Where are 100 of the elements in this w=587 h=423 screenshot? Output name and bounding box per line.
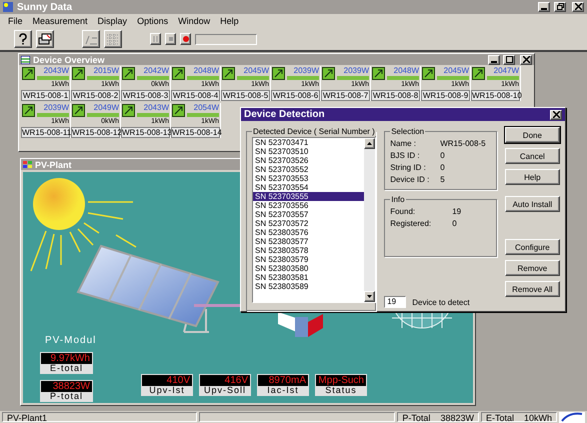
device-name[interactable]: WR15-008-12 (71, 127, 120, 138)
dialog-button[interactable]: Remove All (504, 281, 560, 297)
power-bar (137, 113, 169, 117)
inverter-status-icon (72, 67, 85, 80)
device-name[interactable]: WR15-008-1 (21, 90, 70, 101)
dialog-button[interactable]: Help (504, 169, 560, 185)
inverter-status-icon (272, 67, 285, 80)
device-name[interactable]: WR15-008-6 (271, 90, 320, 101)
device-list-item[interactable]: SN 523703471 (253, 138, 364, 147)
table-tool-button[interactable] (104, 30, 122, 48)
device-name[interactable]: WR15-008-8 (371, 90, 420, 101)
inverter-status-icon (122, 67, 135, 80)
help-tool-button[interactable] (14, 30, 32, 48)
window-title: PV-Plant (35, 160, 72, 170)
inverter-status-icon (172, 104, 185, 117)
device-name[interactable]: WR15-008-4 (171, 90, 220, 101)
device-list-item[interactable]: SN 523703556 (253, 201, 364, 210)
chart-tool-button[interactable] (82, 30, 100, 48)
inverter-status-icon (172, 67, 185, 80)
inverter-status-icon (372, 67, 385, 80)
question-mark-icon (18, 33, 28, 45)
device-name[interactable]: WR15-008-10 (471, 90, 520, 101)
device-list-item[interactable]: SN 523803578 (253, 246, 364, 255)
reading-value: Mpp-Such (316, 375, 366, 386)
scroll-up-button[interactable] (364, 138, 375, 149)
device-list-item[interactable]: SN 523703572 (253, 219, 364, 228)
reading-value: 8970mA (258, 375, 308, 386)
menu-item[interactable]: Measurement (32, 16, 88, 26)
device-name[interactable]: WR15-008-3 (121, 90, 170, 101)
menu-item[interactable]: Options (137, 16, 168, 26)
reading-label: Status (325, 386, 357, 395)
power-bar (437, 76, 469, 80)
record-button[interactable] (180, 33, 191, 45)
minimize-button[interactable] (488, 54, 500, 64)
inverter-status-icon (222, 67, 235, 80)
restore-button[interactable] (554, 2, 566, 12)
power-reading: 2039W (292, 67, 319, 75)
menu-item[interactable]: Display (98, 16, 128, 26)
maximize-button[interactable] (503, 54, 515, 64)
dialog-title: Device Detection (244, 109, 325, 120)
device-list-item[interactable]: SN 523803579 (253, 255, 364, 264)
dialog-button[interactable]: Done (504, 127, 560, 143)
device-name[interactable]: WR15-008-5 (221, 90, 270, 101)
field-label: Found: (390, 207, 416, 216)
app-icon (3, 2, 13, 12)
device-list-item[interactable]: SN 523803581 (253, 273, 364, 282)
device-count-field[interactable]: 19 (384, 296, 406, 308)
power-bar (337, 76, 369, 80)
device-name[interactable]: WR15-008-9 (421, 90, 470, 101)
power-bar (37, 76, 69, 80)
dialog-button[interactable]: Configure (504, 239, 560, 255)
field-value: 0 (440, 163, 446, 172)
device-list-item[interactable]: SN 523703526 (253, 156, 364, 165)
reading-label: Iac-Ist (266, 386, 300, 395)
dialog-button[interactable]: Auto Install (504, 196, 560, 212)
logo-icon (559, 412, 585, 423)
scroll-down-button[interactable] (364, 291, 375, 302)
device-list-item[interactable]: SN 523803580 (253, 264, 364, 273)
device-list-item[interactable]: SN 523703552 (253, 165, 364, 174)
power-reading: 2054W (192, 104, 219, 112)
menu-item[interactable]: Window (178, 16, 210, 26)
reading-label: E-total (48, 364, 84, 373)
dialog-button[interactable]: Remove (504, 260, 560, 276)
device-list-item[interactable]: SN 523803589 (253, 282, 364, 291)
pause-button[interactable] (150, 33, 161, 45)
field-label: Device to detect (412, 298, 470, 306)
device-list-item[interactable]: SN 523703553 (253, 174, 364, 183)
device-list-item[interactable]: SN 523703557 (253, 210, 364, 219)
close-button[interactable] (520, 54, 532, 64)
module-label: PV-Modul (45, 335, 96, 346)
menu-item[interactable]: Help (220, 16, 239, 26)
device-list-item[interactable]: SN 523703510 (253, 147, 364, 156)
window-title: Sunny Data (17, 2, 72, 12)
device-list-item[interactable]: SN 523803577 (253, 237, 364, 246)
device-name[interactable]: WR15-008-2 (71, 90, 120, 101)
device-name[interactable]: WR15-008-7 (321, 90, 370, 101)
device-list-item[interactable]: SN 523803576 (253, 228, 364, 237)
close-button[interactable] (572, 2, 584, 12)
inverter-status-icon (472, 67, 485, 80)
power-bar (187, 113, 219, 117)
menu-item[interactable]: File (8, 16, 23, 26)
stop-button[interactable] (165, 33, 176, 45)
reading-value: 9.97kWh (41, 353, 92, 364)
field-label: String ID : (390, 163, 427, 172)
device-tool-button[interactable] (36, 30, 54, 48)
power-reading: 2047W (492, 67, 519, 75)
close-button[interactable] (550, 110, 562, 120)
device-list-item[interactable]: SN 523703554 (253, 183, 364, 192)
reading-value: 416V (200, 375, 250, 386)
device-name[interactable]: WR15-008-14 (171, 127, 220, 138)
power-bar (137, 76, 169, 80)
minimize-button[interactable] (538, 2, 550, 12)
device-list-item[interactable]: SN 523703555 (253, 192, 364, 201)
power-bar (487, 76, 519, 80)
dialog-button[interactable]: Cancel (504, 148, 560, 164)
device-name[interactable]: WR15-008-11 (21, 127, 70, 138)
device-name[interactable]: WR15-008-13 (121, 127, 170, 138)
inverter-status-icon (422, 67, 435, 80)
device-list[interactable] (252, 137, 376, 303)
field-label: Name : (390, 139, 418, 148)
